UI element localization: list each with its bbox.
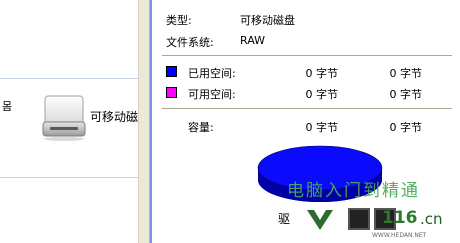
watermark-suffix: .cn [420,210,443,228]
free-space-bytes: 0 字节 [305,88,339,101]
watermark-v-icon [306,208,334,236]
free-space-label: 可用空间: [188,88,236,101]
used-space-bytes: 0 字节 [305,67,339,80]
filesystem-value: RAW [240,34,265,47]
explorer-panel: 몸 可移动磁盘 [0,0,150,243]
free-space-swatch [166,87,177,98]
window-edge [150,0,152,243]
type-label: 类型: [166,14,192,27]
side-glyph: 몸 [2,100,13,113]
watermark-logo: 116 .cn [268,204,460,243]
used-space-swatch [166,66,177,77]
divider [162,108,452,109]
filesystem-label: 文件系统: [166,36,214,49]
watermark-title: 电脑入门到精通 [287,181,420,201]
divider [0,177,138,178]
used-space-label: 已用空间: [188,67,236,80]
divider [162,55,452,56]
watermark-number: 116 [382,208,418,228]
type-value: 可移动磁盘 [240,14,295,27]
watermark-badge-1 [348,208,370,230]
capacity-size: 0 字节 [389,121,423,134]
used-space-size: 0 字节 [389,67,423,80]
pane-splitter[interactable] [138,0,150,243]
removable-drive-icon [40,92,90,146]
free-space-size: 0 字节 [389,88,423,101]
divider [0,78,138,79]
capacity-label: 容量: [188,121,214,134]
capacity-bytes: 0 字节 [305,121,339,134]
removable-drive-item[interactable]: 可移动磁盘 [38,92,150,142]
watermark-url: WWW.HEDAN.NET [372,232,427,239]
